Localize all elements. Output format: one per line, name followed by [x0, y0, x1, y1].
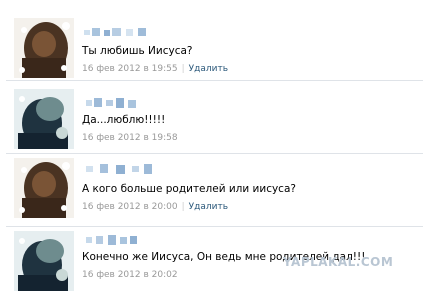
separator: |	[181, 64, 185, 74]
message-item: А кого больше родителей или иисуса? 16 ф…	[0, 154, 429, 226]
message-date: 16 фев 2012 в 19:55	[82, 64, 178, 74]
sender-name-blurred[interactable]	[82, 162, 172, 176]
delete-link[interactable]: Удалить	[189, 64, 228, 74]
sender-name-blurred[interactable]	[82, 26, 172, 38]
message-date: 16 фев 2012 в 20:02	[82, 270, 178, 280]
sender-name-blurred[interactable]	[82, 233, 142, 247]
message-item: Да...люблю!!!!! 16 фев 2012 в 19:58	[0, 81, 429, 153]
avatar[interactable]	[14, 158, 74, 218]
sender-name-blurred[interactable]	[82, 96, 142, 110]
avatar[interactable]	[14, 231, 74, 291]
message-text: А кого больше родителей или иисуса?	[82, 183, 296, 195]
message-date: 16 фев 2012 в 19:58	[82, 133, 178, 143]
message-item: Ты любишь Иисуса? 16 фев 2012 в 19:55 | Уд…	[0, 0, 429, 80]
message-meta: 16 фев 2012 в 19:55 | Удалить	[82, 64, 228, 75]
message-text: Да...люблю!!!!!	[82, 114, 166, 126]
message-meta: 16 фев 2012 в 20:00 | Удалить	[82, 202, 228, 213]
avatar[interactable]	[14, 18, 74, 78]
message-meta: 16 фев 2012 в 19:58	[82, 133, 178, 144]
message-text: Ты любишь Иисуса?	[82, 45, 193, 57]
message-meta: 16 фев 2012 в 20:02	[82, 270, 178, 281]
watermark: YAPLAKAL.COM	[283, 255, 394, 269]
separator: |	[181, 202, 185, 212]
avatar[interactable]	[14, 89, 74, 149]
message-date: 16 фев 2012 в 20:00	[82, 202, 178, 212]
delete-link[interactable]: Удалить	[189, 202, 228, 212]
